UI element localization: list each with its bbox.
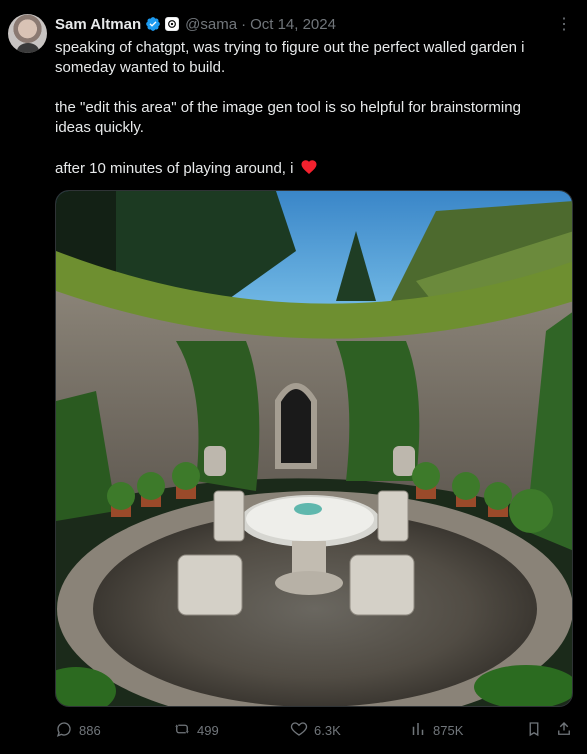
retweet-action[interactable]: 499 (173, 720, 219, 741)
tweet-image[interactable] (55, 190, 573, 707)
reply-action[interactable]: 886 (55, 720, 101, 741)
verified-badge-icon[interactable] (145, 16, 161, 32)
tweet-text-line: ideas quickly. (55, 119, 144, 136)
tweet-text-line: after 10 minutes of playing around, i (55, 158, 575, 178)
openai-logo-icon[interactable] (165, 17, 180, 31)
retweet-icon (173, 720, 191, 741)
red-heart-icon (300, 158, 318, 182)
like-action[interactable]: 6.3K (290, 720, 341, 741)
heart-icon (290, 720, 308, 741)
reply-icon (55, 720, 73, 741)
author-name[interactable]: Sam Altman (55, 16, 141, 33)
avatar[interactable] (8, 14, 47, 53)
tweet-text-line: speaking of chatgpt, was trying to figur… (55, 39, 525, 56)
tweet-date[interactable]: Oct 14, 2024 (250, 16, 336, 33)
views-count: 875K (433, 723, 464, 738)
share-icon (555, 720, 573, 741)
reply-count: 886 (79, 723, 101, 738)
tweet-text-line: someday wanted to build. (55, 59, 226, 76)
bookmark-icon (525, 720, 543, 741)
share-action[interactable] (555, 720, 573, 741)
views-icon (409, 720, 427, 741)
like-count: 6.3K (314, 723, 341, 738)
tweet-header: Sam Altman @sama · Oct 14, 2024 (55, 14, 336, 34)
tweet-text: speaking of chatgpt, was trying to figur… (55, 38, 575, 178)
walled-garden-image (56, 191, 572, 706)
views-action[interactable]: 875K (409, 720, 463, 741)
tweet-text-final: after 10 minutes of playing around, i (55, 160, 294, 177)
tweet-text-line: the "edit this area" of the image gen to… (55, 99, 521, 116)
author-handle[interactable]: @sama (185, 16, 237, 33)
separator-dot: · (241, 15, 247, 33)
more-options-icon[interactable]: ⋮ (556, 14, 573, 34)
bookmark-action[interactable] (525, 720, 543, 741)
retweet-count: 499 (197, 723, 219, 738)
tweet-actions: 886 499 6.3K 875K (55, 718, 575, 742)
